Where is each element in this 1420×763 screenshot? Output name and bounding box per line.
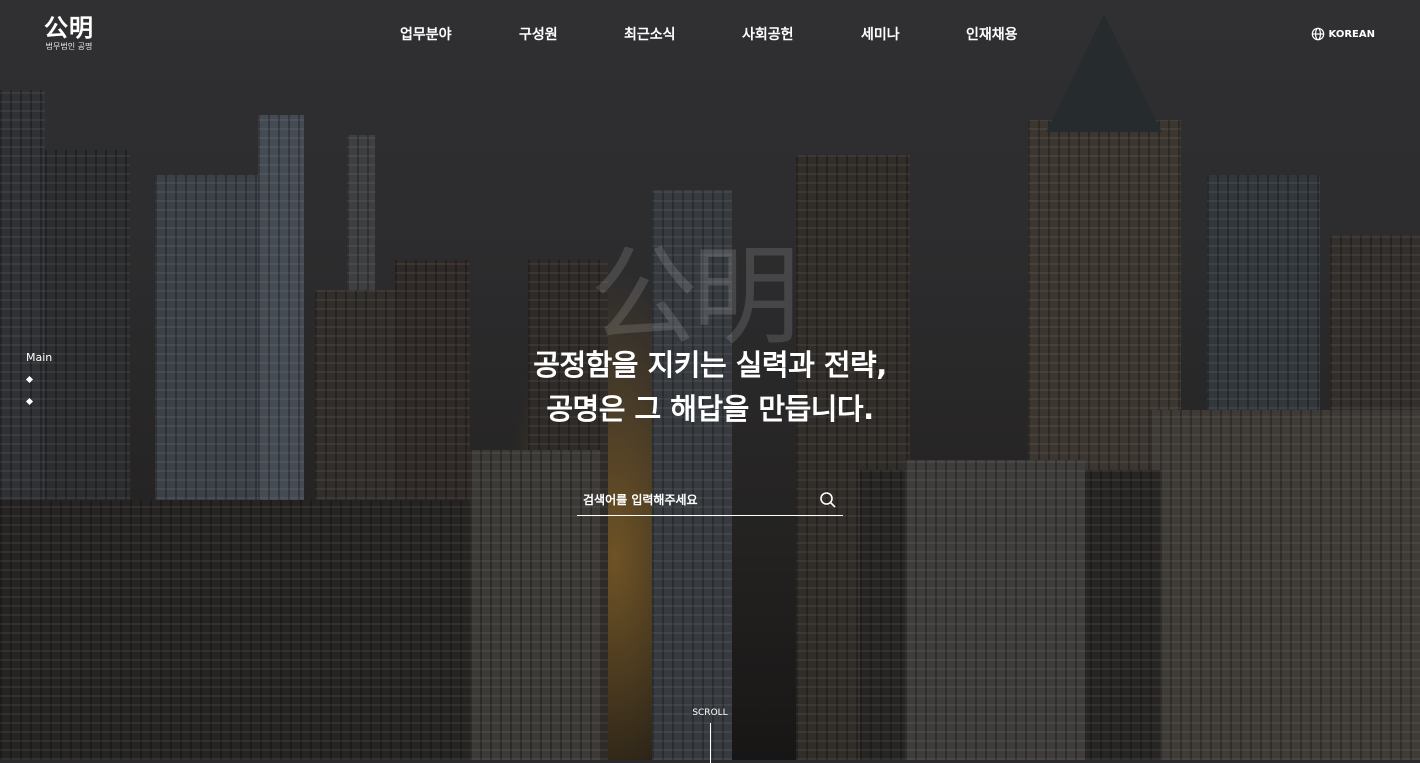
nav-item-social-contribution[interactable]: 사회공헌 xyxy=(742,26,794,44)
headline-line-1: 공정함을 지키는 실력과 전략, xyxy=(533,348,887,382)
nav-item-careers[interactable]: 인재채용 xyxy=(966,26,1018,44)
scroll-line xyxy=(710,723,711,763)
language-selector[interactable]: KOREAN xyxy=(1311,27,1375,41)
hero-watermark: 公明 xyxy=(590,235,800,360)
logo-mark: 公明 xyxy=(44,13,94,42)
nav-item-practice-areas[interactable]: 업무분야 xyxy=(400,26,452,44)
scroll-indicator[interactable]: SCROLL xyxy=(680,707,740,763)
logo[interactable]: 公明 법무법인 공명 xyxy=(44,14,94,52)
side-section-nav: Main xyxy=(25,350,53,406)
site-header: 公明 법무법인 공명 업무분야 구성원 최근소식 사회공헌 세미나 인재채용 K… xyxy=(0,0,1420,72)
side-nav-label: Main xyxy=(26,351,53,364)
headline-line-2: 공명은 그 해답을 만듭니다. xyxy=(546,392,874,426)
hero-headline: 공정함을 지키는 실력과 전략, 공명은 그 해답을 만듭니다. xyxy=(0,343,1420,431)
scroll-label: SCROLL xyxy=(692,708,728,718)
globe-icon xyxy=(1311,27,1324,41)
search-icon[interactable] xyxy=(819,491,837,509)
search-bar xyxy=(577,484,843,516)
nav-item-news[interactable]: 최근소식 xyxy=(624,26,676,44)
search-input[interactable] xyxy=(583,490,803,510)
side-nav-dot[interactable] xyxy=(25,397,34,406)
language-label: KOREAN xyxy=(1328,28,1375,40)
side-nav-dot[interactable] xyxy=(25,375,34,384)
nav-item-seminar[interactable]: 세미나 xyxy=(861,26,900,44)
logo-subtitle: 법무법인 공명 xyxy=(45,42,93,51)
nav-item-members[interactable]: 구성원 xyxy=(519,26,558,44)
